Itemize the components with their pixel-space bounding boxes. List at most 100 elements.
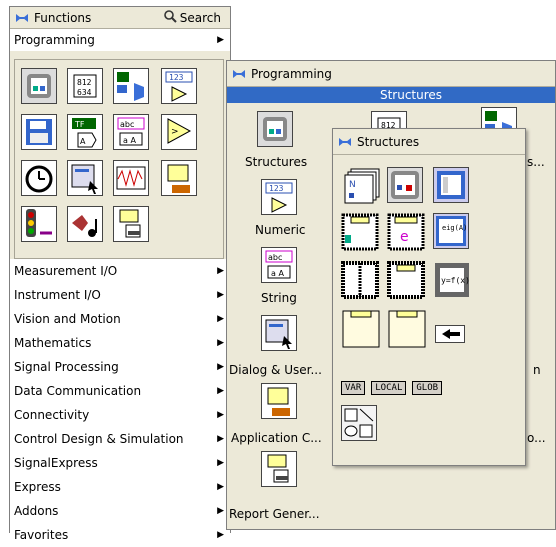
- local-variable-tag[interactable]: LOCAL: [371, 381, 407, 395]
- category-instrument-io[interactable]: Instrument I/O ▶: [10, 283, 230, 307]
- graphics-sound-icon[interactable]: [67, 206, 103, 242]
- selected-item-label: Structures: [379, 88, 443, 102]
- feedback-node-icon[interactable]: [435, 325, 465, 343]
- category-measurement-io[interactable]: Measurement I/O ▶: [10, 259, 230, 283]
- boolean-icon[interactable]: TF A: [67, 114, 103, 150]
- submenu-arrow-icon: ▶: [217, 434, 224, 444]
- selected-item-bar[interactable]: Structures: [227, 87, 555, 103]
- pin-icon[interactable]: [14, 11, 30, 25]
- svg-text:634: 634: [77, 88, 92, 97]
- report-generation-icon[interactable]: [113, 206, 149, 242]
- functions-titlebar: Functions Search: [10, 7, 230, 29]
- waveform-icon[interactable]: [113, 160, 149, 196]
- submenu-arrow-icon: ▶: [217, 290, 224, 300]
- string-item-icon[interactable]: abc a A: [261, 247, 297, 283]
- decorations-icon[interactable]: [341, 405, 377, 441]
- synchronization-icon[interactable]: [21, 206, 57, 242]
- structures-item-label: Structures: [245, 155, 308, 169]
- comparison-icon[interactable]: >: [161, 114, 197, 150]
- programming-title: Programming: [251, 66, 332, 81]
- svg-text:abc: abc: [120, 120, 134, 129]
- category-signal-processing[interactable]: Signal Processing ▶: [10, 355, 230, 379]
- waveform-item-label-partial: n: [533, 363, 541, 377]
- application-control-item-label: Application C...: [231, 431, 322, 445]
- timed-structures-icon[interactable]: [433, 167, 469, 203]
- submenu-arrow-icon: ▶: [217, 362, 224, 372]
- submenu-arrow-icon: ▶: [217, 35, 224, 45]
- numeric-icon[interactable]: 123: [161, 68, 197, 104]
- synchronization-item-label-partial: o...: [527, 431, 546, 445]
- category-data-communication[interactable]: Data Communication ▶: [10, 379, 230, 403]
- application-control-item-icon[interactable]: [261, 383, 297, 419]
- case-structure-icon[interactable]: [341, 213, 379, 251]
- formula-node-icon[interactable]: y=f(x): [433, 261, 470, 297]
- search-label: Search: [179, 10, 221, 25]
- for-loop-icon[interactable]: N: [343, 167, 380, 204]
- programming-titlebar: Programming: [227, 61, 555, 87]
- application-control-icon[interactable]: [161, 160, 197, 196]
- diagram-disable-icon[interactable]: [341, 309, 380, 348]
- category-vision-and-motion[interactable]: Vision and Motion ▶: [10, 307, 230, 331]
- category-signalexpress[interactable]: SignalExpress ▶: [10, 451, 230, 475]
- svg-text:y=f(x): y=f(x): [441, 276, 470, 285]
- array-icon[interactable]: 812 634: [67, 68, 103, 104]
- timing-icon[interactable]: [21, 160, 57, 196]
- structures-title: Structures: [357, 134, 420, 149]
- structures-icon[interactable]: [21, 68, 57, 104]
- shared-variable-tag[interactable]: VAR: [341, 381, 366, 395]
- submenu-arrow-icon: ▶: [217, 458, 224, 468]
- submenu-arrow-icon: ▶: [217, 314, 224, 324]
- svg-text:eig(A): eig(A): [442, 224, 467, 232]
- category-favorites[interactable]: Favorites ▶: [10, 523, 230, 547]
- flat-sequence-icon[interactable]: [341, 261, 379, 299]
- category-addons[interactable]: Addons ▶: [10, 499, 230, 523]
- category-mathematics[interactable]: Mathematics ▶: [10, 331, 230, 355]
- structures-item-icon[interactable]: [257, 111, 293, 147]
- svg-text:abc: abc: [268, 253, 282, 262]
- category-control-design-simulation[interactable]: Control Design & Simulation ▶: [10, 427, 230, 451]
- cluster-icon[interactable]: [113, 68, 149, 104]
- search-button[interactable]: Search: [157, 8, 226, 27]
- programming-icon-grid: 812 634 123 TF A abc a A >: [14, 59, 224, 259]
- programming-category[interactable]: Programming ▶: [10, 29, 230, 51]
- report-generation-item-label: Report Gener...: [229, 507, 320, 521]
- global-variable-tag[interactable]: GLOB: [412, 381, 443, 395]
- pin-icon[interactable]: [337, 135, 353, 149]
- svg-text:N: N: [349, 180, 356, 190]
- svg-text:812: 812: [77, 78, 92, 87]
- structures-titlebar: Structures: [333, 129, 525, 155]
- while-loop-icon[interactable]: [387, 167, 423, 203]
- variable-tags-row: VAR LOCAL GLOB: [341, 381, 443, 395]
- file-io-icon[interactable]: [21, 114, 57, 150]
- svg-text:123: 123: [169, 73, 184, 82]
- conditional-disable-icon[interactable]: [387, 309, 426, 348]
- mathscript-node-icon[interactable]: eig(A): [433, 213, 469, 249]
- submenu-arrow-icon: ▶: [217, 482, 224, 492]
- submenu-arrow-icon: ▶: [217, 266, 224, 276]
- submenu-arrow-icon: ▶: [217, 410, 224, 420]
- category-express[interactable]: Express ▶: [10, 475, 230, 499]
- report-generation-item-icon[interactable]: [261, 451, 297, 487]
- structures-palette: Structures N e eig(A) y=f(x) VAR LOCAL G…: [332, 128, 526, 466]
- submenu-arrow-icon: ▶: [217, 386, 224, 396]
- svg-text:e: e: [400, 229, 409, 245]
- event-structure-icon[interactable]: e: [387, 213, 425, 251]
- submenu-arrow-icon: ▶: [217, 530, 224, 540]
- svg-text:A: A: [80, 137, 86, 146]
- pin-icon[interactable]: [231, 67, 247, 81]
- svg-text:123: 123: [269, 184, 284, 193]
- cluster-item-label-partial: s...: [527, 155, 545, 169]
- dialog-icon[interactable]: [67, 160, 103, 196]
- numeric-item-icon[interactable]: 123: [261, 179, 297, 215]
- submenu-arrow-icon: ▶: [217, 338, 224, 348]
- numeric-item-label: Numeric: [255, 223, 306, 237]
- category-connectivity[interactable]: Connectivity ▶: [10, 403, 230, 427]
- dialog-item-icon[interactable]: [261, 315, 297, 351]
- dialog-item-label: Dialog & User...: [229, 363, 322, 377]
- string-icon[interactable]: abc a A: [113, 114, 149, 150]
- svg-text:a A: a A: [271, 269, 284, 278]
- stacked-sequence-icon[interactable]: [387, 261, 425, 299]
- functions-title: Functions: [34, 10, 92, 25]
- string-item-label: String: [261, 291, 297, 305]
- svg-text:>: >: [171, 127, 179, 137]
